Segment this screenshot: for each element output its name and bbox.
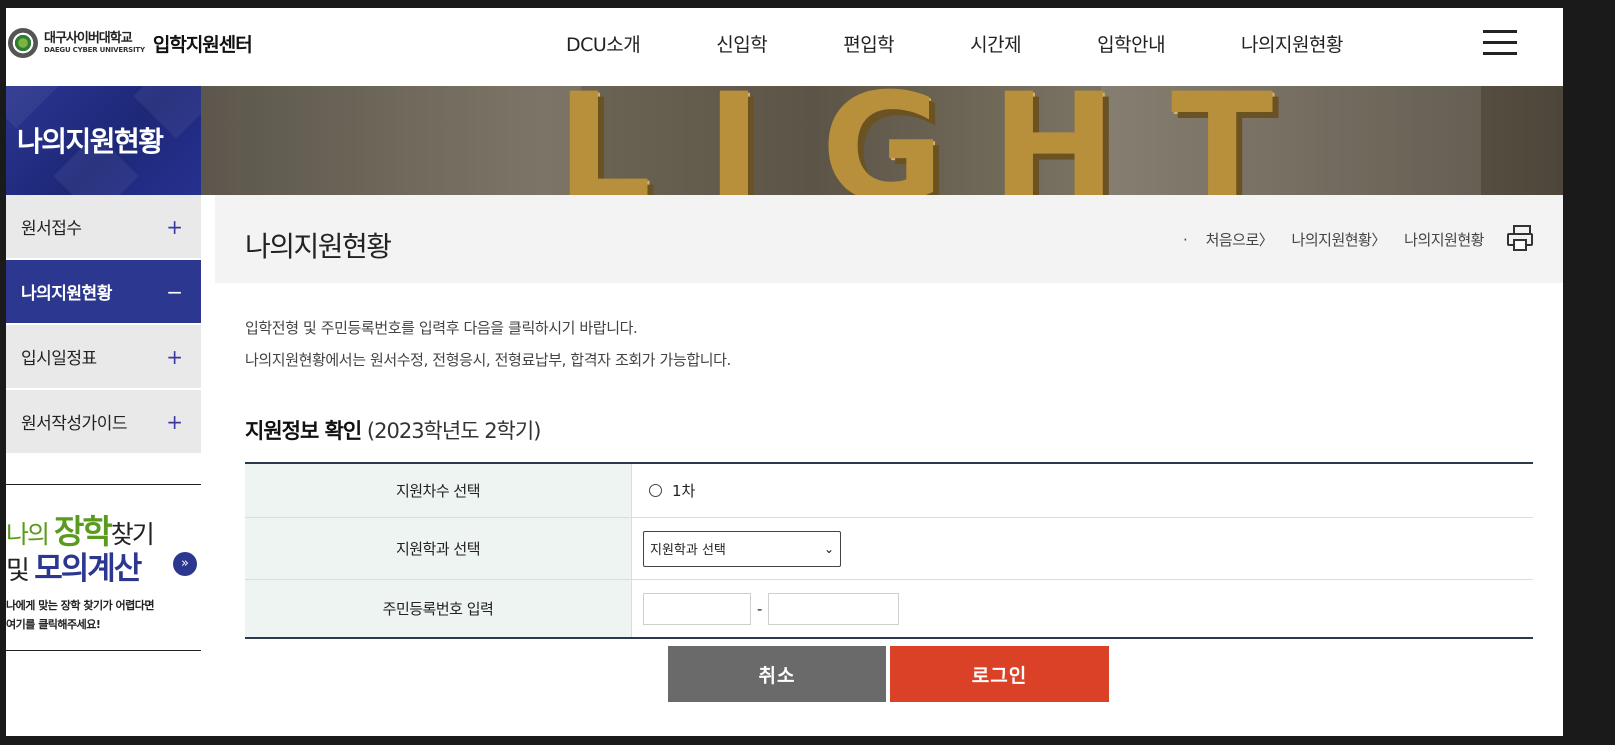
section-semester: (2023학년도 2학기) [366, 419, 541, 443]
breadcrumb-bullet: · [1183, 231, 1188, 249]
dept-select[interactable]: 지원학과 선택 ⌄ [643, 530, 841, 567]
cancel-button[interactable]: 취소 [668, 646, 886, 702]
minus-icon: − [166, 279, 183, 304]
table-row: 지원학과 선택 지원학과 선택 ⌄ [245, 518, 1533, 580]
banner-subtext: 나에게 맞는 장학 찾기가 어렵다면 [6, 599, 155, 612]
banner-text: 및 [6, 556, 35, 586]
sidebar-title-box: 나의지원현황 [6, 86, 201, 195]
scholarship-banner[interactable]: 나의 장학찾기 및 모의계산 » 나에게 맞는 장학 찾기가 어렵다면 여기를 … [6, 484, 201, 651]
sidebar-item-label: 입시일정표 [21, 349, 97, 369]
plus-icon: + [166, 214, 183, 239]
menu-icon[interactable] [1483, 28, 1517, 58]
round-cell: 1차 [632, 464, 1533, 517]
hero-letter: I [706, 86, 762, 195]
breadcrumb-current[interactable]: 나의지원현황 [1404, 231, 1484, 249]
section-title-main: 지원정보 확인 [245, 419, 362, 443]
section-title: 지원정보 확인 (2023학년도 2학기) [245, 415, 541, 445]
double-chevron-right-icon[interactable]: » [173, 552, 197, 576]
radio-button[interactable] [649, 484, 662, 497]
chevron-down-icon: ⌄ [823, 541, 834, 556]
logo-center-name: 입학지원센터 [152, 33, 253, 56]
nav-item-my-application[interactable]: 나의지원현황 [1241, 30, 1343, 57]
sidebar-item-schedule[interactable]: 입시일정표 + [6, 325, 201, 390]
sidebar-item-label: 원서접수 [21, 219, 82, 239]
banner-headline-2: 및 모의계산 [6, 543, 142, 588]
dept-select-value: 지원학과 선택 [650, 543, 726, 558]
sidebar-title: 나의지원현황 [17, 125, 164, 158]
breadcrumb-home[interactable]: 처음으로〉 [1206, 231, 1274, 249]
logo-korean-name: 대구사이버대학교 [44, 31, 133, 46]
sidebar-item-writing-guide[interactable]: 원서작성가이드 + [6, 390, 201, 455]
hero-image: L I G H T [201, 86, 1563, 195]
ssn-dash: - [757, 599, 763, 618]
hero-letter: H [991, 86, 1117, 195]
sidebar-item-label: 나의지원현황 [21, 284, 112, 304]
table-row: 지원차수 선택 1차 [245, 464, 1533, 518]
plus-icon: + [166, 344, 183, 369]
logo-text: 대구사이버대학교 DAEGU CYBER UNIVERSITY [44, 32, 145, 54]
ssn-label: 주민등록번호 입력 [245, 580, 632, 637]
hero-letter: T [1171, 86, 1274, 195]
hero-wall-panel [201, 86, 581, 195]
dept-cell: 지원학과 선택 ⌄ [632, 518, 1533, 579]
hero-letter: L [556, 86, 652, 195]
page-title: 나의지원현황 [245, 230, 392, 263]
university-emblem-icon [8, 28, 38, 58]
content-header: 나의지원현황 · 처음으로〉 나의지원현황〉 나의지원현황 [215, 195, 1563, 283]
nav-item-dcu-intro[interactable]: DCU소개 [566, 30, 641, 57]
plus-icon: + [166, 409, 183, 434]
intro-text: 입학전형 및 주민등록번호를 입력후 다음을 클릭하시기 바랍니다. [245, 319, 638, 337]
ssn-back-input[interactable] [768, 592, 900, 625]
browser-window: 대구사이버대학교 DAEGU CYBER UNIVERSITY 입학지원센터 D… [6, 8, 1563, 736]
ssn-front-input[interactable] [643, 592, 751, 625]
sidebar-item-application[interactable]: 원서접수 + [6, 195, 201, 260]
site-header: 대구사이버대학교 DAEGU CYBER UNIVERSITY 입학지원센터 D… [6, 8, 1563, 86]
sidebar-menu: 원서접수 + 나의지원현황 − 입시일정표 + 원서작성가이드 + [6, 195, 201, 455]
ssn-cell: - [632, 580, 1533, 637]
radio-label: 1차 [672, 482, 696, 500]
nav-item-transfer[interactable]: 편입학 [843, 30, 894, 57]
global-nav: DCU소개 신입학 편입학 시간제 입학안내 나의지원현황 [566, 30, 1419, 57]
login-button[interactable]: 로그인 [890, 646, 1109, 702]
banner-text-highlight: 모의계산 [34, 551, 142, 587]
nav-item-freshman[interactable]: 신입학 [716, 30, 767, 57]
breadcrumb-item[interactable]: 나의지원현황〉 [1292, 231, 1387, 249]
round-radio-option[interactable]: 1차 [643, 480, 695, 501]
print-icon[interactable] [1507, 225, 1533, 251]
banner-subtext: 여기를 클릭해주세요! [6, 618, 101, 631]
site-logo[interactable]: 대구사이버대학교 DAEGU CYBER UNIVERSITY 입학지원센터 [8, 26, 253, 60]
intro-text: 나의지원현황에서는 원서수정, 전형응시, 전형료납부, 합격자 조회가 가능합… [245, 351, 731, 369]
sidebar-item-my-application[interactable]: 나의지원현황 − [6, 260, 201, 325]
application-form-table: 지원차수 선택 1차 지원학과 선택 지원학과 선택 ⌄ 주민등록번호 입력 - [245, 462, 1533, 639]
sidebar-item-label: 원서작성가이드 [21, 414, 127, 434]
nav-item-admission-guide[interactable]: 입학안내 [1097, 30, 1165, 57]
breadcrumb: · 처음으로〉 나의지원현황〉 나의지원현황 [1183, 229, 1498, 250]
table-row: 주민등록번호 입력 - [245, 580, 1533, 637]
nav-item-part-time[interactable]: 시간제 [970, 30, 1021, 57]
hero-letter: G [821, 86, 945, 195]
hero-wall-panel [1101, 86, 1481, 195]
logo-english-name: DAEGU CYBER UNIVERSITY [44, 46, 145, 54]
dept-label: 지원학과 선택 [245, 518, 632, 579]
round-label: 지원차수 선택 [245, 464, 632, 517]
